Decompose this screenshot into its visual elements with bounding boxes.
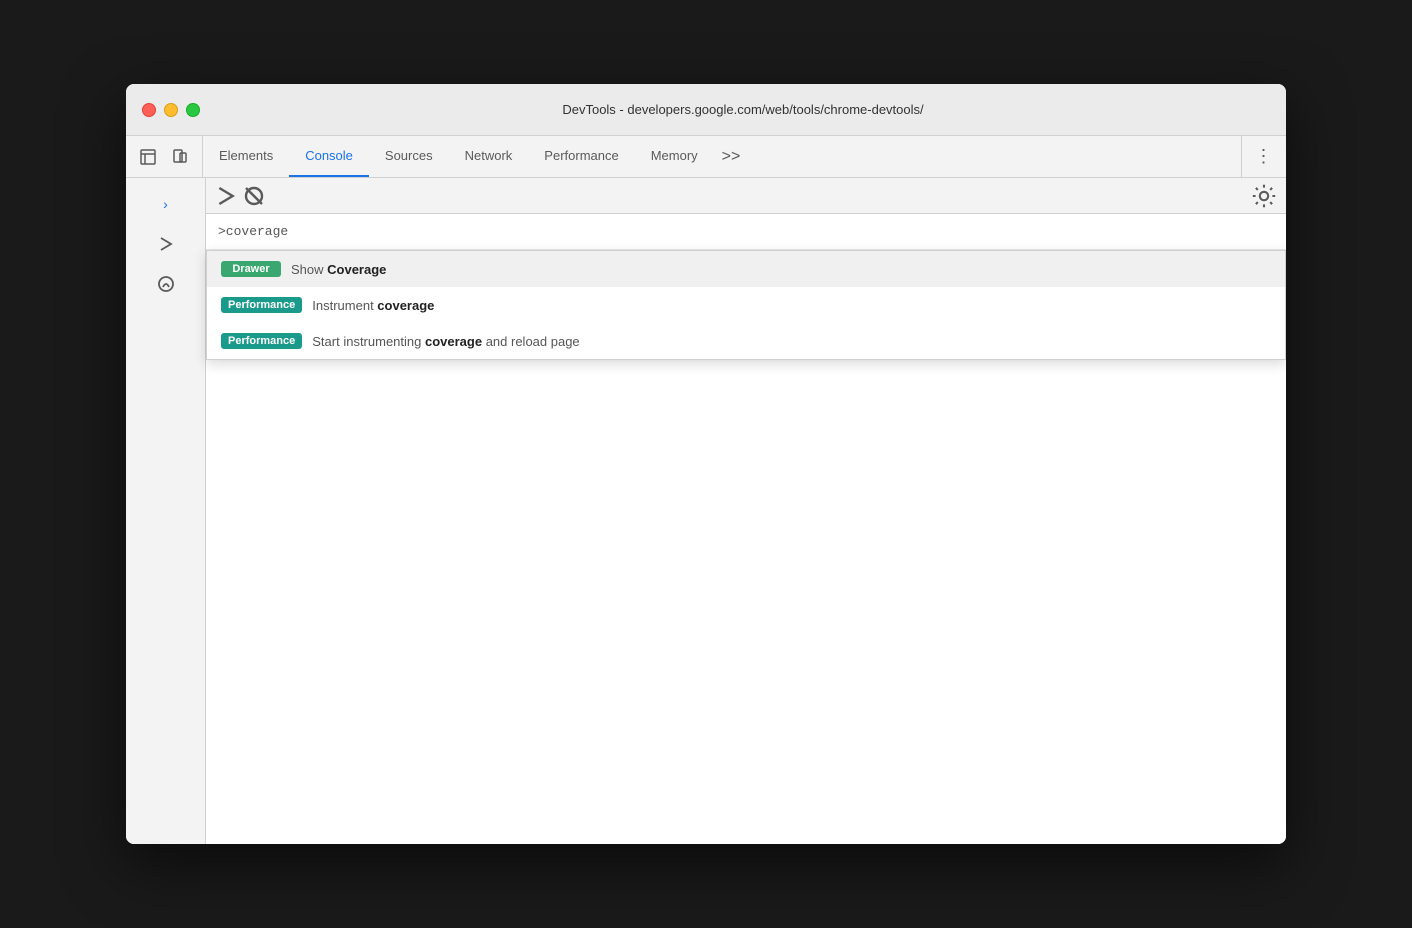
close-button[interactable] bbox=[142, 103, 156, 117]
console-input-area: >coverage Drawer Show Coverage Performan… bbox=[206, 214, 1286, 250]
autocomplete-text-1: Instrument coverage bbox=[312, 298, 434, 313]
filter-button[interactable] bbox=[242, 184, 266, 208]
tab-memory[interactable]: Memory bbox=[635, 136, 714, 177]
devtools-toolbar: Elements Console Sources Network Perform… bbox=[126, 136, 1286, 178]
settings-button[interactable] bbox=[1250, 182, 1278, 210]
badge-performance-1: Performance bbox=[221, 333, 302, 349]
badge-drawer: Drawer bbox=[221, 261, 281, 277]
toolbar-left-icons bbox=[126, 136, 203, 177]
tabs-container: Elements Console Sources Network Perform… bbox=[203, 136, 1241, 177]
autocomplete-item-1[interactable]: Performance Instrument coverage bbox=[207, 287, 1285, 323]
device-toolbar-button[interactable] bbox=[166, 143, 194, 171]
sidebar-expand-button[interactable]: › bbox=[148, 186, 184, 222]
traffic-lights bbox=[142, 103, 200, 117]
tab-performance[interactable]: Performance bbox=[528, 136, 634, 177]
console-run-button[interactable] bbox=[148, 226, 184, 262]
console-input[interactable]: >coverage bbox=[218, 224, 288, 239]
tab-network[interactable]: Network bbox=[449, 136, 529, 177]
main-content: › bbox=[126, 178, 1286, 844]
title-bar: DevTools - developers.google.com/web/too… bbox=[126, 84, 1286, 136]
tab-elements[interactable]: Elements bbox=[203, 136, 289, 177]
toolbar-right: ⋮ bbox=[1241, 136, 1286, 177]
more-options-button[interactable]: ⋮ bbox=[1250, 143, 1278, 171]
maximize-button[interactable] bbox=[186, 103, 200, 117]
clear-console-button[interactable] bbox=[148, 266, 184, 302]
window-title: DevTools - developers.google.com/web/too… bbox=[216, 102, 1270, 117]
minimize-button[interactable] bbox=[164, 103, 178, 117]
console-toolbar bbox=[206, 178, 1286, 214]
tab-sources[interactable]: Sources bbox=[369, 136, 449, 177]
autocomplete-item-0[interactable]: Drawer Show Coverage bbox=[207, 251, 1285, 287]
inspect-element-button[interactable] bbox=[134, 143, 162, 171]
badge-performance-0: Performance bbox=[221, 297, 302, 313]
tab-console[interactable]: Console bbox=[289, 136, 369, 177]
autocomplete-text-0: Show Coverage bbox=[291, 262, 386, 277]
left-sidebar: › bbox=[126, 178, 206, 844]
console-area: >coverage Drawer Show Coverage Performan… bbox=[206, 178, 1286, 844]
autocomplete-text-2: Start instrumenting coverage and reload … bbox=[312, 334, 579, 349]
tabs-more-button[interactable]: >> bbox=[714, 136, 749, 177]
devtools-window: DevTools - developers.google.com/web/too… bbox=[126, 84, 1286, 844]
autocomplete-item-2[interactable]: Performance Start instrumenting coverage… bbox=[207, 323, 1285, 359]
execute-button[interactable] bbox=[214, 184, 238, 208]
autocomplete-dropdown: Drawer Show Coverage Performance Instrum… bbox=[206, 250, 1286, 360]
